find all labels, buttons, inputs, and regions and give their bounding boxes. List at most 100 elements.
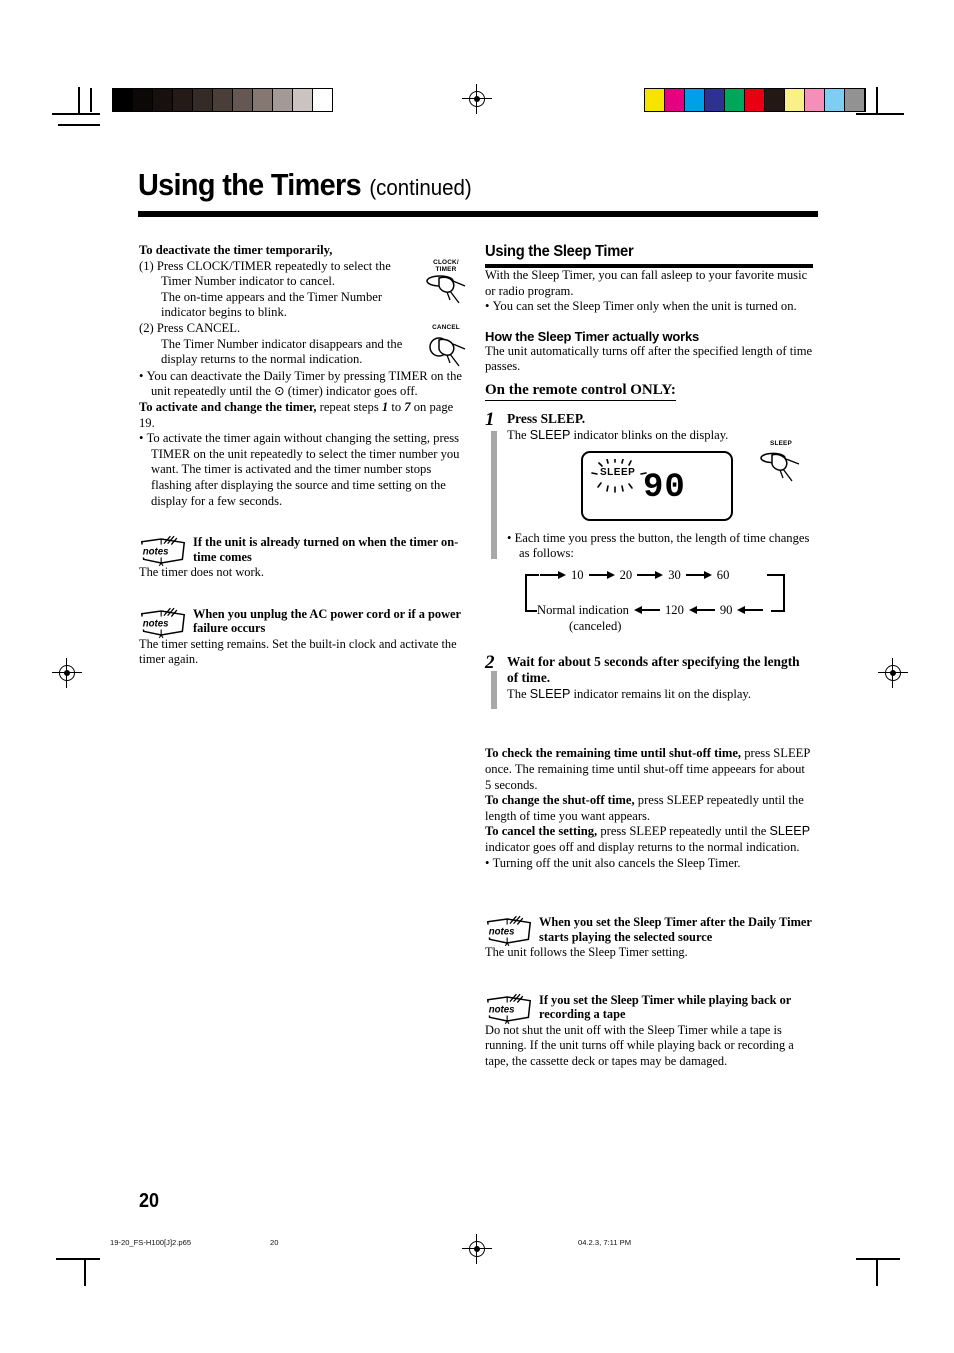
- flow-value-30: 30: [668, 567, 681, 582]
- deactivate-step-1-line-4: indicator begins to blink.: [161, 305, 287, 320]
- note-body: Do not shut the unit off with the Sleep …: [485, 1022, 794, 1068]
- loop-right-bottom: [771, 609, 785, 612]
- arrow-right-icon: [588, 571, 615, 580]
- bullet-dot: •: [485, 299, 493, 314]
- control-patch-1: [133, 89, 153, 111]
- note-sleep-while-tape: notes If you set the Sleep Timer while p…: [485, 993, 813, 1069]
- step-2-body: The SLEEP indicator remains lit on the d…: [507, 687, 813, 703]
- arrow-right-icon: [685, 571, 712, 580]
- flow-value-60: 60: [716, 567, 730, 582]
- title-rule: [138, 211, 818, 217]
- deactivate-bullet: • You can deactivate the Daily Timer by …: [139, 369, 469, 400]
- deactivate-step-1-line-1: (1) Press CLOCK/TIMER repeatedly to sele…: [139, 258, 391, 273]
- activate-step-from: 1: [381, 399, 389, 414]
- crop-mark-br-v: [876, 1258, 878, 1286]
- notes-icon: notes: [485, 993, 533, 1025]
- arrow-right-icon: [540, 571, 566, 580]
- flow-normal-indication: Normal indication: [537, 602, 629, 617]
- arrow-left-icon: [737, 606, 764, 615]
- control-patch-8: [273, 89, 293, 111]
- color-control-bars: [644, 88, 865, 112]
- right-column: Using the Sleep Timer With the Sleep Tim…: [485, 243, 813, 1069]
- how-works-heading: How the Sleep Timer actually works: [485, 328, 700, 344]
- clock-timer-button-icon: CLOCK/TIMER: [423, 259, 469, 306]
- cancel-button-icon: CANCEL: [423, 324, 469, 371]
- deactivate-step-2-line-1: (2) Press CANCEL.: [139, 320, 241, 335]
- control-patch-4: [725, 89, 745, 111]
- arrow-right-icon: [637, 571, 664, 580]
- bullet-dot: •: [139, 368, 147, 383]
- loop-left-bottom: [525, 609, 537, 612]
- cancel-button-label: CANCEL: [432, 324, 460, 331]
- flow-value-10: 10: [571, 567, 584, 582]
- note-sleep-after-daily: notes When you set the Sleep Timer after…: [485, 915, 813, 961]
- control-patch-7: [253, 89, 273, 111]
- deactivate-step-1-line-3: The on-time appears and the Timer Number: [161, 289, 383, 304]
- sleep-button-icon: SLEEP: [758, 440, 804, 487]
- registration-mark-right: [878, 658, 908, 688]
- sleep-word: SLEEP: [529, 427, 571, 442]
- activate-step-to: 7: [404, 399, 411, 414]
- lcd-sleep-label: SLEEP: [600, 466, 636, 478]
- grayscale-step-wedge: [112, 88, 333, 112]
- control-patch-3: [705, 89, 725, 111]
- svg-text:notes: notes: [489, 927, 515, 938]
- change-shutoff-heading: To change the shut-off time,: [485, 793, 635, 808]
- bullet-dot: •: [139, 431, 147, 446]
- footer-filename: 19-20_FS-H100[J]2.p65: [110, 1238, 192, 1247]
- lcd-display: SLEEP 90: [581, 450, 733, 521]
- registration-mark-left: [52, 658, 82, 688]
- control-patch-4: [193, 89, 213, 111]
- crop-mark-bl-v: [84, 1258, 86, 1286]
- crop-mark-tl-h2: [58, 124, 100, 126]
- note-heading: If the unit is already turned on when th…: [193, 535, 459, 564]
- clock-timer-button-label: CLOCK/TIMER: [433, 259, 459, 273]
- page-number: 20: [139, 1190, 160, 1212]
- page-title-main: Using the Timers: [138, 167, 362, 202]
- page-title-suffix: (continued): [369, 175, 472, 200]
- crop-mark-tl-v: [78, 87, 80, 115]
- sleep-timer-intro-bullet: • You can set the Sleep Timer only when …: [485, 299, 813, 315]
- footer-page: 20: [270, 1238, 279, 1247]
- notes-icon: notes: [485, 915, 533, 947]
- flow-canceled-label: (canceled): [569, 618, 622, 633]
- control-patch-1: [665, 89, 685, 111]
- step-1-guide-bar: [491, 430, 497, 559]
- bullet-dot: •: [485, 855, 493, 870]
- notes-icon: notes: [139, 607, 187, 639]
- note-heading: When you unplug the AC power cord or if …: [193, 606, 461, 636]
- control-patch-5: [745, 89, 765, 111]
- note-body: The timer does not work.: [139, 565, 264, 580]
- step-1-number: 1: [485, 408, 495, 430]
- step-2-guide-bar: [491, 670, 497, 709]
- cancel-setting-heading: To cancel the setting,: [485, 824, 598, 839]
- control-patch-5: [213, 89, 233, 111]
- sleep-word: SLEEP: [769, 824, 811, 839]
- check-remaining-time-paragraph: To check the remaining time until shut-o…: [485, 746, 813, 793]
- activate-bullet-text: To activate the timer again without chan…: [146, 431, 460, 508]
- blink-rays-icon: [591, 458, 647, 493]
- crop-mark-tl-v2: [90, 88, 92, 112]
- control-patch-9: [825, 89, 845, 111]
- deactivate-step-1-line-2: Timer Number indicator to cancel.: [161, 274, 336, 289]
- flow-value-20: 20: [619, 567, 633, 582]
- note-heading: When you set the Sleep Timer after the D…: [539, 915, 812, 944]
- control-patch-2: [685, 89, 705, 111]
- control-patch-7: [785, 89, 805, 111]
- sleep-button-label: SLEEP: [770, 440, 792, 447]
- note-power-failure: notes When you unplug the AC power cord …: [139, 607, 469, 668]
- flow-top-row: 10 20 30 60: [535, 568, 729, 583]
- step-2: 2 Wait for about 5 seconds after specify…: [485, 652, 813, 709]
- cancel-setting-text-pre: press SLEEP repeatedly until the: [600, 824, 770, 839]
- control-patch-2: [153, 89, 173, 111]
- cancel-setting-bullet-text: Turning off the unit also cancels the Sl…: [492, 855, 741, 870]
- sleep-time-cycle-diagram: 10 20 30 60 Normal indication 120 90 (ca…: [525, 568, 785, 633]
- control-patch-3: [173, 89, 193, 111]
- arrow-left-icon: [688, 606, 715, 615]
- cancel-setting-text-post: indicator goes off and display returns t…: [485, 839, 800, 854]
- how-works-body: The unit automatically turns off after t…: [485, 343, 813, 374]
- step-2-body-post: indicator remains lit on the display.: [570, 686, 752, 701]
- deactivate-heading: To deactivate the timer temporarily,: [139, 243, 333, 257]
- deactivate-step-2-line-2: The Timer Number indicator disappears an…: [161, 336, 403, 351]
- each-time-bullet-text: Each time you press the button, the leng…: [514, 530, 810, 561]
